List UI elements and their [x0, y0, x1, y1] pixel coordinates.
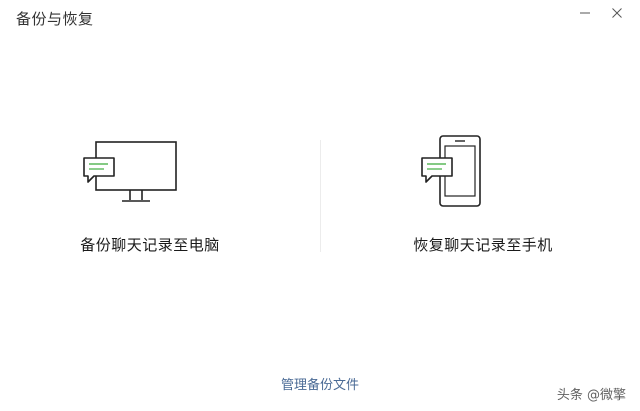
manage-backup-files-link[interactable]: 管理备份文件	[0, 374, 640, 393]
phone-chat-icon	[421, 135, 481, 207]
backup-option-label: 备份聊天记录至电脑	[80, 236, 220, 254]
restore-option-label: 恢复聊天记录至手机	[413, 236, 553, 254]
restore-to-phone-option[interactable]: 恢复聊天记录至手机	[320, 130, 640, 270]
close-icon	[612, 8, 622, 18]
computer-chat-icon	[83, 141, 177, 202]
backup-to-computer-option[interactable]: 备份聊天记录至电脑	[0, 130, 320, 270]
close-button[interactable]	[604, 0, 630, 26]
window-title: 备份与恢复	[16, 10, 94, 28]
minimize-button[interactable]	[572, 0, 598, 26]
backup-restore-window: 备份与恢复 备份聊天记录至电脑 恢复聊天记录至手机 管理备份文件 头条 @微擎	[0, 0, 640, 411]
minimize-icon	[580, 12, 590, 14]
watermark: 头条 @微擎	[556, 388, 626, 403]
